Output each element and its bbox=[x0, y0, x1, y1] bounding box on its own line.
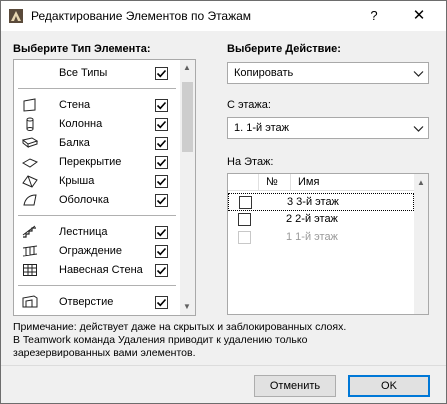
element-type-label: Лестница bbox=[59, 226, 108, 238]
scrollbar-thumb[interactable] bbox=[182, 82, 193, 152]
to-floor-table[interactable]: № Имя ▲ 3 3-й этаж 2 2-й этаж 1 1-й этаж bbox=[227, 173, 429, 315]
element-type-list[interactable]: ▲ ▼ Все Типы Стена Колонна Балка Перекрытие К… bbox=[13, 59, 196, 316]
element-type-row[interactable]: Колонна bbox=[14, 115, 180, 133]
help-button[interactable]: ? bbox=[363, 5, 385, 27]
floor-name: 3 3-й этаж bbox=[287, 196, 339, 208]
floor-checkbox[interactable] bbox=[239, 196, 252, 209]
column-header-name[interactable]: Имя bbox=[298, 176, 319, 188]
element-type-row[interactable]: Все Типы bbox=[14, 64, 180, 82]
element-type-row[interactable]: Стена bbox=[14, 96, 180, 114]
scroll-up-arrow-icon[interactable]: ▲ bbox=[417, 178, 425, 187]
element-type-checkbox[interactable] bbox=[155, 156, 168, 169]
slab-icon bbox=[22, 158, 38, 168]
close-button[interactable]: ✕ bbox=[405, 5, 433, 27]
floor-row: 1 1-й этаж bbox=[228, 229, 414, 247]
element-type-checkbox[interactable] bbox=[155, 67, 168, 80]
element-type-label: Оболочка bbox=[59, 194, 110, 206]
stair-icon bbox=[22, 225, 36, 238]
element-type-checkbox[interactable] bbox=[155, 118, 168, 131]
element-type-label: Навесная Стена bbox=[59, 264, 143, 276]
floor-name: 2 2-й этаж bbox=[286, 213, 338, 225]
column-divider bbox=[290, 174, 291, 191]
element-type-label: Колонна bbox=[59, 118, 103, 130]
shell-icon bbox=[23, 194, 37, 206]
wall-icon bbox=[23, 98, 36, 112]
element-type-row[interactable]: Балка bbox=[14, 134, 180, 152]
cancel-button[interactable]: Отменить bbox=[254, 375, 336, 397]
element-type-row[interactable]: Отверстие bbox=[14, 293, 180, 311]
group-separator bbox=[18, 285, 176, 286]
note-line: Примечание: действует даже на скрытых и … bbox=[13, 321, 347, 333]
element-type-row[interactable]: Навесная Стена bbox=[14, 261, 180, 279]
element-type-label: Все Типы bbox=[59, 67, 108, 79]
element-type-checkbox[interactable] bbox=[155, 245, 168, 258]
scroll-down-arrow-icon[interactable]: ▼ bbox=[183, 302, 191, 311]
railing-icon bbox=[22, 245, 38, 257]
dialog-footer: Отменить OK bbox=[1, 365, 446, 403]
element-type-label: Крыша bbox=[59, 175, 95, 187]
floor-row[interactable]: 3 3-й этаж bbox=[228, 193, 414, 211]
scroll-up-arrow-icon[interactable]: ▲ bbox=[183, 63, 191, 72]
chevron-down-icon bbox=[413, 126, 424, 132]
element-type-checkbox[interactable] bbox=[155, 226, 168, 239]
element-type-label: Балка bbox=[59, 137, 90, 149]
action-select[interactable]: Копировать bbox=[227, 62, 429, 84]
title-bar: Редактирование Элементов по Этажам ? ✕ bbox=[1, 1, 446, 31]
dialog-window: Редактирование Элементов по Этажам ? ✕ В… bbox=[0, 0, 447, 404]
element-type-label: Отверстие bbox=[59, 296, 114, 308]
type-list-scrollbar[interactable]: ▲ ▼ bbox=[180, 60, 195, 315]
from-floor-label: С этажа: bbox=[227, 99, 271, 111]
from-floor-select-value: 1. 1-й этаж bbox=[234, 122, 289, 134]
floor-checkbox[interactable] bbox=[238, 213, 251, 226]
to-floor-label: На Этаж: bbox=[227, 156, 274, 168]
element-type-label: Перекрытие bbox=[59, 156, 122, 168]
element-type-checkbox[interactable] bbox=[155, 296, 168, 309]
note-text: Примечание: действует даже на скрытых и … bbox=[13, 321, 433, 360]
floor-name: 1 1-й этаж bbox=[286, 231, 338, 243]
element-type-row[interactable]: Лестница bbox=[14, 223, 180, 241]
element-type-row[interactable]: Оболочка bbox=[14, 191, 180, 209]
note-line: зарезервированных вами элементов. bbox=[13, 347, 196, 359]
element-type-row[interactable]: Перекрытие bbox=[14, 153, 180, 171]
roof-icon bbox=[22, 175, 38, 188]
opening-icon bbox=[22, 295, 38, 308]
column-icon bbox=[26, 117, 34, 131]
column-header-number[interactable]: № bbox=[266, 176, 278, 188]
action-heading: Выберите Действие: bbox=[227, 43, 341, 55]
floor-table-scrollbar[interactable]: ▲ bbox=[414, 174, 428, 314]
element-type-heading: Выберите Тип Элемента: bbox=[13, 43, 151, 55]
element-type-checkbox[interactable] bbox=[155, 264, 168, 277]
column-divider bbox=[258, 174, 259, 191]
element-type-checkbox[interactable] bbox=[155, 99, 168, 112]
group-separator bbox=[18, 215, 176, 216]
element-type-row[interactable]: Крыша bbox=[14, 172, 180, 190]
curtain-wall-icon bbox=[23, 264, 37, 276]
element-type-row[interactable]: Ограждение bbox=[14, 242, 180, 260]
floor-table-header: № Имя bbox=[228, 174, 414, 191]
note-line: В Teamwork команда Удаления приводит к у… bbox=[13, 334, 308, 346]
action-select-value: Копировать bbox=[234, 67, 294, 79]
archicad-app-icon bbox=[9, 9, 23, 23]
chevron-down-icon bbox=[413, 71, 424, 77]
floor-row[interactable]: 2 2-й этаж bbox=[228, 211, 414, 229]
element-type-checkbox[interactable] bbox=[155, 194, 168, 207]
from-floor-select[interactable]: 1. 1-й этаж bbox=[227, 117, 429, 139]
group-separator bbox=[18, 88, 176, 89]
floor-checkbox bbox=[238, 231, 251, 244]
element-type-checkbox[interactable] bbox=[155, 175, 168, 188]
element-type-label: Стена bbox=[59, 99, 91, 111]
beam-icon bbox=[22, 137, 38, 149]
element-type-label: Ограждение bbox=[59, 245, 123, 257]
window-title: Редактирование Элементов по Этажам bbox=[31, 9, 252, 23]
element-type-checkbox[interactable] bbox=[155, 137, 168, 150]
ok-button[interactable]: OK bbox=[348, 375, 430, 397]
